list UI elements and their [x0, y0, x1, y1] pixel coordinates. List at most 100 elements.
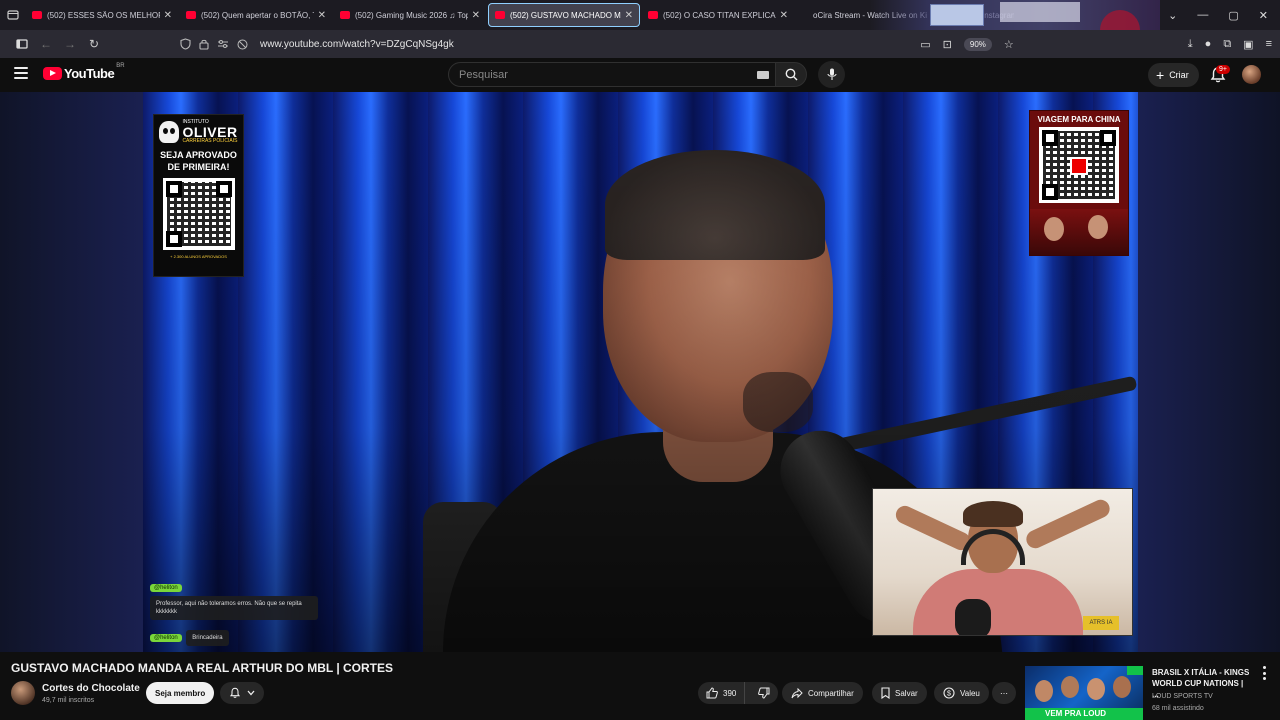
zoom-level-badge[interactable]: 90%	[963, 37, 992, 51]
webcam-sticker: ATRS IA	[1083, 616, 1119, 630]
webcam-hair	[963, 501, 1023, 527]
extensions-puzzle-icon[interactable]: ⧉	[1223, 38, 1231, 51]
keyboard-icon[interactable]	[757, 71, 769, 79]
more-actions-button[interactable]: ⋯	[992, 682, 1016, 704]
tab-title: (502) Gaming Music 2026 ♫ Top	[355, 10, 468, 20]
video-player[interactable]: INSTITUTO OLIVER CARREIRAS POLICIAIS SEJ…	[0, 92, 1280, 652]
youtube-logo[interactable]: YouTube BR	[43, 63, 125, 81]
reload-icon: ↻	[88, 37, 100, 51]
youtube-header: YouTube BR + Criar	[0, 58, 1280, 92]
create-button[interactable]: + Criar	[1148, 63, 1199, 87]
subscriber-count: 49,7 mil inscritos	[42, 697, 95, 704]
thumbs-down-icon	[758, 687, 770, 699]
more-dots-icon: ⋯	[1000, 688, 1008, 698]
like-count: 390	[723, 688, 737, 698]
window-controls: ⌄ — ▢ ✕	[1168, 0, 1280, 30]
tab-title: (502) O CASO TITAN EXPLICADO	[663, 10, 776, 20]
sidebar-toggle-button[interactable]	[10, 32, 34, 56]
url-bar[interactable]: www.youtube.com/watch?v=DZgCqNSg4gk	[180, 33, 900, 55]
browser-tab-active[interactable]: (502) GUSTAVO MACHADO MA ✕	[488, 3, 640, 27]
back-button[interactable]: ←	[34, 32, 58, 56]
sponsor-ad-right: VIAGEM PARA CHINA	[1029, 110, 1129, 256]
thumbs-up-icon	[706, 687, 718, 699]
recommended-video-thumbnail[interactable]: VEM PRA LOUD	[1025, 666, 1143, 720]
close-window-icon[interactable]: ✕	[1259, 9, 1268, 22]
close-tab-icon[interactable]: ✕	[625, 10, 633, 21]
share-arrow-icon	[791, 687, 803, 698]
share-button[interactable]: Compartilhar	[782, 682, 863, 704]
super-thanks-button[interactable]: $ Valeu	[934, 682, 989, 704]
search-button[interactable]	[775, 62, 807, 87]
microphone-icon	[826, 68, 837, 80]
voice-search-button[interactable]	[818, 61, 845, 88]
reader-mode-icon[interactable]: ▭	[920, 38, 930, 51]
sidebar-icon	[16, 39, 28, 49]
thumbnail-person	[1113, 676, 1131, 698]
webcam-arm	[1023, 496, 1113, 552]
tab-title: (502) ESSES SÃO OS MELHORES	[47, 10, 160, 20]
sponsor-footer: + 2.300 ALUNOS APROVADOS	[170, 254, 227, 259]
subscription-bell-button[interactable]	[220, 682, 264, 704]
chat-message: @heliton Professor, aqui não toleramos e…	[150, 576, 318, 620]
sponsor-brand: INSTITUTO OLIVER CARREIRAS POLICIAIS	[159, 120, 237, 144]
like-dislike-group: 390	[698, 682, 779, 704]
dislike-button[interactable]	[750, 682, 778, 704]
join-membership-button[interactable]: Seja membro	[146, 682, 215, 704]
recommended-more-menu-icon[interactable]	[1259, 666, 1269, 680]
forward-button[interactable]: →	[58, 32, 82, 56]
like-button[interactable]: 390	[698, 682, 746, 704]
recommended-viewers: 68 mil assistindo	[1152, 705, 1204, 712]
search-box	[448, 62, 778, 87]
download-icon[interactable]: ⤓	[1188, 38, 1193, 51]
youtube-wordmark: YouTube	[64, 66, 115, 81]
tab-list-button[interactable]	[0, 0, 26, 30]
browser-tab[interactable]: (502) Gaming Music 2026 ♫ Top ✕	[334, 3, 486, 27]
guide-menu-icon[interactable]	[14, 67, 28, 79]
search-input[interactable]	[459, 68, 749, 81]
close-tab-icon[interactable]: ✕	[318, 10, 326, 21]
youtube-favicon-icon	[340, 11, 350, 19]
svg-text:$: $	[947, 691, 951, 698]
sponsor-tagline: CARREIRAS POLICIAIS	[182, 138, 238, 144]
sponsor-title: VIAGEM PARA CHINA	[1037, 115, 1121, 124]
china-flag-icon	[1070, 157, 1088, 175]
save-button[interactable]: Salvar	[872, 682, 927, 704]
chat-text: Professor, aqui não toleramos erros. Não…	[150, 596, 318, 620]
browser-tab-strip: (502) ESSES SÃO OS MELHORES ✕ (502) Quem …	[0, 0, 1280, 30]
browser-tab[interactable]: (502) Quem apertar o BOTÃO, T ✕	[180, 3, 332, 27]
qr-code	[1039, 127, 1119, 203]
url-text: www.youtube.com/watch?v=DZgCqNSg4gk	[260, 38, 454, 50]
thumbnail-person	[1061, 676, 1079, 698]
video-title: GUSTAVO MACHADO MANDA A REAL ARTHUR DO M…	[11, 661, 394, 675]
tab-title: (502) Quem apertar o BOTÃO, T	[201, 10, 314, 20]
forward-arrow-icon: →	[64, 37, 76, 51]
close-tab-icon[interactable]: ✕	[780, 10, 788, 21]
webcam-arm	[892, 502, 974, 554]
plus-icon: +	[1156, 67, 1165, 83]
recommended-channel-name[interactable]: LOUD SPORTS TV	[1152, 693, 1213, 700]
close-tab-icon[interactable]: ✕	[472, 10, 480, 21]
bookmark-star-icon[interactable]: ☆	[1004, 38, 1014, 51]
profile-icon[interactable]: ▣	[1243, 38, 1253, 51]
tab-title: (502) GUSTAVO MACHADO MA	[510, 10, 621, 20]
channel-name[interactable]: Cortes do Chocolate	[42, 683, 140, 694]
browser-tab[interactable]: (3) Instagram	[950, 3, 1020, 27]
account-avatar[interactable]	[1242, 65, 1261, 84]
browser-tab[interactable]: (502) O CASO TITAN EXPLICADO ✕	[642, 3, 794, 27]
tab-title: oCira Stream - Watch Live on Ki	[813, 10, 927, 20]
tab-overflow-chevron-icon[interactable]: ⌄	[1168, 9, 1177, 22]
extension-icon[interactable]: ●	[1205, 38, 1212, 50]
permissions-icon	[218, 40, 228, 48]
minimize-icon[interactable]: —	[1197, 9, 1208, 21]
menu-hamburger-icon[interactable]: ≡	[1266, 38, 1272, 50]
video-info: GUSTAVO MACHADO MANDA A REAL ARTHUR DO M…	[0, 652, 1280, 720]
screenshot-icon[interactable]: ⊡	[943, 38, 952, 51]
channel-avatar[interactable]	[11, 681, 35, 705]
reload-button[interactable]: ↻	[82, 32, 106, 56]
maximize-icon[interactable]: ▢	[1228, 9, 1238, 22]
browser-tab[interactable]: (502) ESSES SÃO OS MELHORES ✕	[26, 3, 178, 27]
browser-tab[interactable]: oCira Stream - Watch Live on Ki	[796, 3, 948, 27]
close-tab-icon[interactable]: ✕	[164, 10, 172, 21]
bookmark-icon	[881, 687, 890, 699]
video-letterbox-right	[1138, 92, 1280, 652]
